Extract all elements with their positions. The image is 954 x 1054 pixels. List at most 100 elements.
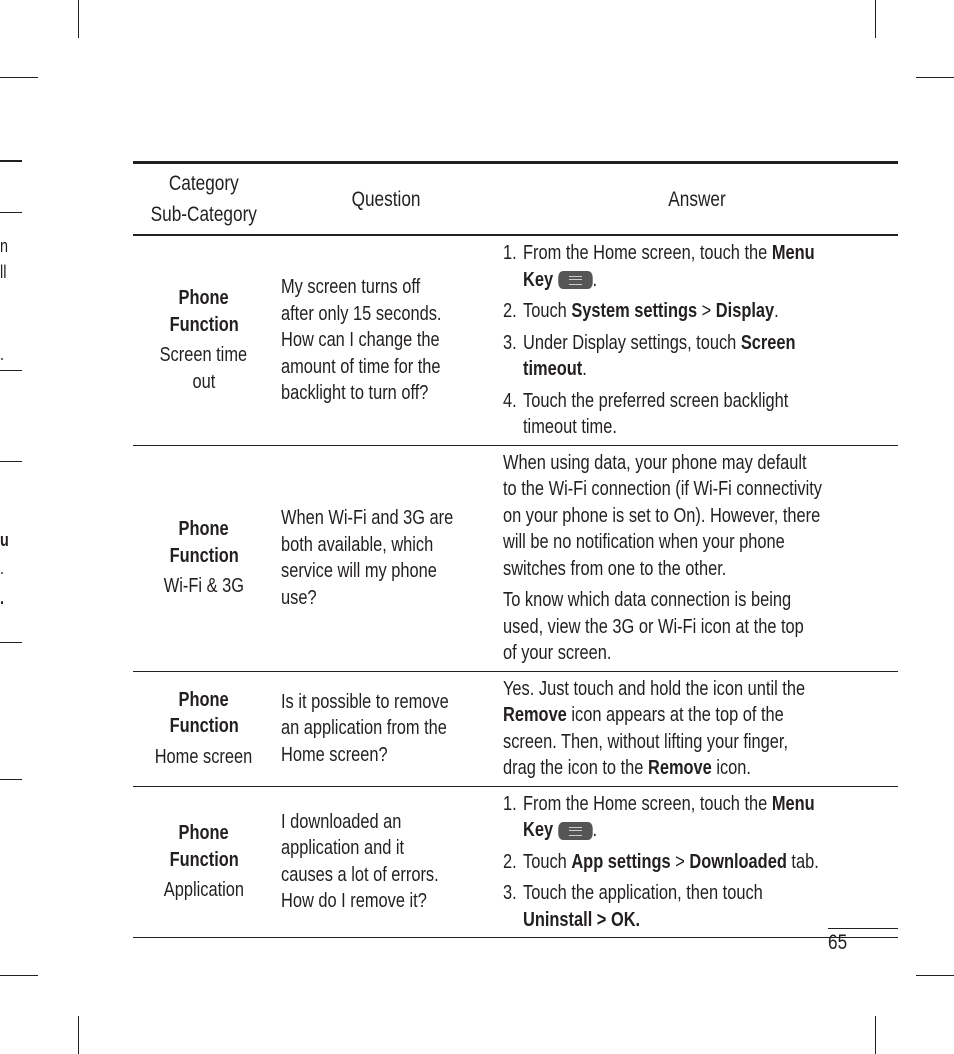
question-text: after only 15 seconds. <box>280 302 442 325</box>
header-answer: Answer <box>497 163 898 236</box>
step-text: timeout time. <box>522 416 617 438</box>
step-text: Touch <box>522 300 571 322</box>
question-text: application and it <box>280 837 404 860</box>
answer-step: 2. Touch App settings > Downloaded tab. <box>503 849 892 876</box>
category-label: Phone <box>178 688 229 711</box>
edge-rule <box>0 370 22 371</box>
edge-fragment: . <box>0 558 5 578</box>
question-text: use? <box>280 586 317 609</box>
step-number: 2. <box>502 300 517 322</box>
question-text: an application from the <box>280 717 447 740</box>
answer-bold: Remove <box>502 704 567 726</box>
crop-mark <box>78 0 79 38</box>
step-text: . <box>773 300 779 322</box>
edge-fragment: ll <box>0 262 7 282</box>
table-header-row: Category Sub-Category Question Answer <box>133 162 898 236</box>
crop-mark <box>875 1016 876 1054</box>
answer-text: screen. Then, without lifting your finge… <box>502 730 788 753</box>
edge-fragment: u <box>0 530 9 550</box>
step-text: . <box>581 358 587 380</box>
question-text: backlight to turn off? <box>280 382 428 404</box>
answer-step: 1. From the Home screen, touch the Menu … <box>503 240 892 293</box>
edge-rule <box>0 212 22 213</box>
step-text: From the Home screen, touch the <box>522 242 772 264</box>
step-text: tab. <box>786 850 819 873</box>
step-number: 3. <box>502 882 517 904</box>
header-answer-label: Answer <box>668 187 726 211</box>
step-text: . <box>592 268 597 291</box>
answer-step: 3. Touch the application, then touch Uni… <box>503 880 892 933</box>
question-text: When Wi-Fi and 3G are <box>280 507 453 529</box>
category-label: Phone <box>178 518 229 541</box>
crop-mark <box>0 77 38 78</box>
step-bold: Downloaded <box>689 850 787 873</box>
step-number: 1. <box>502 242 517 264</box>
step-number: 3. <box>502 331 517 354</box>
answer-text: icon. <box>711 757 751 779</box>
answer-text: Yes. Just touch and hold the icon until … <box>502 677 805 700</box>
question-text: How do I remove it? <box>280 890 427 913</box>
question-cell: When Wi-Fi and 3G are both available, wh… <box>275 445 497 671</box>
answer-step: 3. Under Display settings, touch Screen … <box>503 330 892 383</box>
subcategory-label: Wi-Fi & 3G <box>163 575 244 598</box>
step-bold: Screen <box>740 331 796 354</box>
question-text: How can I change the <box>280 329 440 351</box>
question-text: both available, which <box>280 533 433 556</box>
answer-text: drag the icon to the <box>502 757 648 779</box>
page-number-text: 65 <box>828 931 848 954</box>
answer-step: 4. Touch the preferred screen backlight … <box>503 388 892 441</box>
edge-rule <box>0 779 22 780</box>
step-bold: Uninstall > OK. <box>522 908 640 931</box>
subcategory-label: out <box>192 370 216 393</box>
step-text: > <box>696 300 716 322</box>
category-cell: Phone Function Screen time out <box>133 235 275 445</box>
step-text: Touch the application, then touch <box>522 882 763 904</box>
category-label: Phone <box>178 287 229 310</box>
answer-step: 2. Touch System settings > Display. <box>503 298 892 325</box>
answer-text: to the Wi-Fi connection (if Wi-Fi connec… <box>502 478 822 500</box>
step-number: 1. <box>502 792 517 815</box>
edge-fragment: n <box>0 236 9 256</box>
table-row: Phone Function Wi-Fi & 3G When Wi-Fi and… <box>133 445 898 671</box>
question-text: amount of time for the <box>280 355 441 378</box>
category-cell: Phone Function Wi-Fi & 3G <box>133 445 275 671</box>
step-text: Touch <box>522 850 571 873</box>
menu-key-icon <box>557 821 593 840</box>
question-text: Is it possible to remove <box>280 690 449 713</box>
question-text: service will my phone <box>280 560 437 582</box>
header-subcategory-label: Sub-Category <box>150 203 257 226</box>
subcategory-label: Screen time <box>160 344 248 367</box>
crop-mark <box>0 975 38 976</box>
step-bold: App settings <box>570 850 671 873</box>
question-cell: Is it possible to remove an application … <box>275 671 497 786</box>
question-text: causes a lot of errors. <box>280 863 439 886</box>
step-text: Under Display settings, touch <box>522 331 741 354</box>
crop-mark <box>916 975 954 976</box>
question-cell: My screen turns off after only 15 second… <box>275 235 497 445</box>
answer-text: switches from one to the other. <box>502 557 727 580</box>
category-cell: Phone Function Home screen <box>133 671 275 786</box>
step-text: From the Home screen, touch the <box>522 792 772 815</box>
crop-mark <box>78 1016 79 1054</box>
answer-text: used, view the 3G or Wi-Fi icon at the t… <box>502 615 804 638</box>
crop-mark <box>916 77 954 78</box>
step-bold: Menu <box>771 792 815 815</box>
category-label: Function <box>169 848 239 871</box>
step-number: 4. <box>502 389 517 412</box>
header-category: Category Sub-Category <box>133 163 275 236</box>
answer-paragraph: When using data, your phone may default … <box>503 450 892 583</box>
edge-rule <box>0 642 22 643</box>
question-text: I downloaded an <box>280 810 401 833</box>
table-row: Phone Function Home screen Is it possibl… <box>133 671 898 786</box>
page-number: 65 <box>828 928 898 955</box>
step-bold: timeout <box>522 358 582 380</box>
edge-rule <box>0 461 22 462</box>
step-bold: Key <box>522 268 553 291</box>
answer-cell: When using data, your phone may default … <box>497 445 898 671</box>
question-cell: I downloaded an application and it cause… <box>275 786 497 938</box>
question-text: My screen turns off <box>280 276 420 298</box>
step-bold: Menu <box>771 242 815 264</box>
table-row: Phone Function Screen time out My screen… <box>133 235 898 445</box>
faq-table: Category Sub-Category Question Answer Ph… <box>133 161 898 938</box>
answer-cell: Yes. Just touch and hold the icon until … <box>497 671 898 786</box>
